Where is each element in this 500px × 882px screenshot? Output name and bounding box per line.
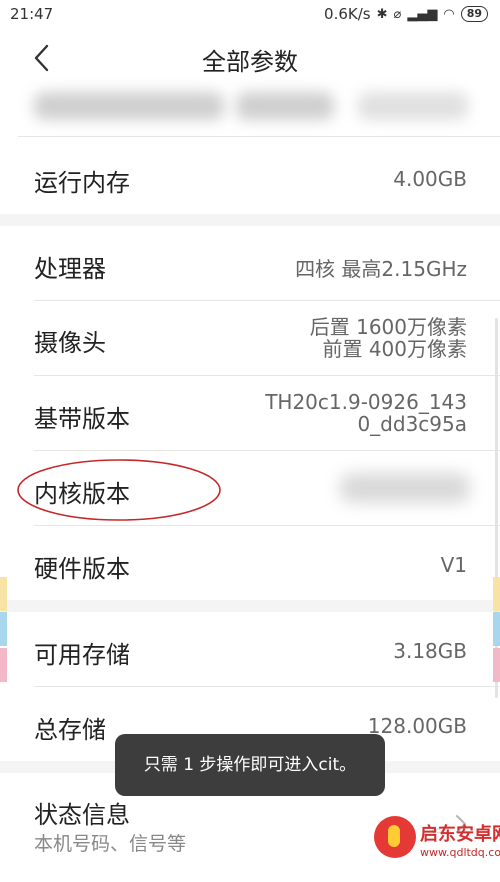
spec-row-available-storage: 可用存储 3.18GB xyxy=(0,612,500,686)
spec-value: 四核 最高2.15GHz xyxy=(295,257,467,281)
status-info-subtitle: 本机号码、信号等 xyxy=(34,833,187,855)
spec-label: 基带版本 xyxy=(34,405,130,433)
spec-value-line: 0_dd3c95a xyxy=(357,412,467,436)
spec-row-processor: 处理器 四核 最高2.15GHz xyxy=(0,226,500,300)
watermark-url: www.qdltdq.com xyxy=(420,846,500,859)
group-divider xyxy=(0,600,500,612)
blurred-content xyxy=(358,92,468,120)
bluetooth-icon: ✱ xyxy=(376,6,388,22)
status-icons: 0.6K/s ✱ ⌀ ▂▄▆ ◠ 89 xyxy=(324,5,488,23)
wifi-icon: ◠ xyxy=(443,6,455,22)
title-bar: 全部参数 xyxy=(0,30,500,86)
highlight-ellipse xyxy=(17,459,221,521)
spec-row-baseband: 基带版本 TH20c1.9-0926_143 0_dd3c95a xyxy=(0,376,500,450)
spec-value: 128.00GB xyxy=(367,714,467,738)
spec-value-line: 前置 400万像素 xyxy=(322,337,467,361)
signal-icon: ▂▄▆ xyxy=(407,6,438,22)
spec-row-camera: 摄像头 后置 1600万像素 前置 400万像素 xyxy=(0,301,500,375)
network-speed: 0.6K/s xyxy=(324,5,371,23)
alarm-off-icon: ⌀ xyxy=(393,6,402,22)
edge-strip xyxy=(493,648,500,682)
spec-row-hardware: 硬件版本 V1 xyxy=(0,526,500,600)
group-divider xyxy=(0,214,500,226)
blurred-row xyxy=(0,86,500,134)
spec-row-ram: 运行内存 4.00GB xyxy=(0,140,500,214)
blurred-content xyxy=(34,92,224,120)
blurred-content xyxy=(236,92,334,120)
edge-strip xyxy=(493,577,500,611)
edge-strip xyxy=(493,612,500,646)
divider xyxy=(18,136,500,137)
watermark-title: 启东安卓网 xyxy=(420,824,500,845)
toast-message: 只需 1 步操作即可进入cit。 xyxy=(115,734,385,796)
phone-screen: 21:47 0.6K/s ✱ ⌀ ▂▄▆ ◠ 89 全部参数 运行内存 4.00… xyxy=(0,0,500,882)
status-info-label: 状态信息 xyxy=(34,801,130,829)
spec-label: 硬件版本 xyxy=(34,555,130,583)
status-time: 21:47 xyxy=(10,5,54,23)
status-bar: 21:47 0.6K/s ✱ ⌀ ▂▄▆ ◠ 89 xyxy=(0,0,500,30)
edge-strip xyxy=(0,648,7,682)
spec-value: 后置 1600万像素 前置 400万像素 xyxy=(310,316,467,360)
spec-label: 处理器 xyxy=(34,255,106,283)
spec-label: 摄像头 xyxy=(34,329,106,357)
edge-strip xyxy=(0,577,7,611)
spec-label: 可用存储 xyxy=(34,641,130,669)
edge-strip xyxy=(0,612,7,646)
site-watermark: 启东安卓网 www.qdltdq.com xyxy=(370,808,500,880)
spec-value-line: TH20c1.9-0926_143 xyxy=(265,390,467,414)
battery-icon: 89 xyxy=(460,6,488,22)
blurred-kernel-value xyxy=(340,473,470,503)
spec-value: TH20c1.9-0926_143 0_dd3c95a xyxy=(265,391,467,435)
spec-value: 4.00GB xyxy=(393,167,467,191)
spec-value: V1 xyxy=(440,553,467,577)
spec-label: 总存储 xyxy=(34,716,106,744)
page-title: 全部参数 xyxy=(202,48,298,76)
spec-value-line: 后置 1600万像素 xyxy=(309,315,467,339)
watermark-logo-icon xyxy=(374,816,416,858)
spec-label: 运行内存 xyxy=(34,169,130,197)
spec-value: 3.18GB xyxy=(393,639,467,663)
